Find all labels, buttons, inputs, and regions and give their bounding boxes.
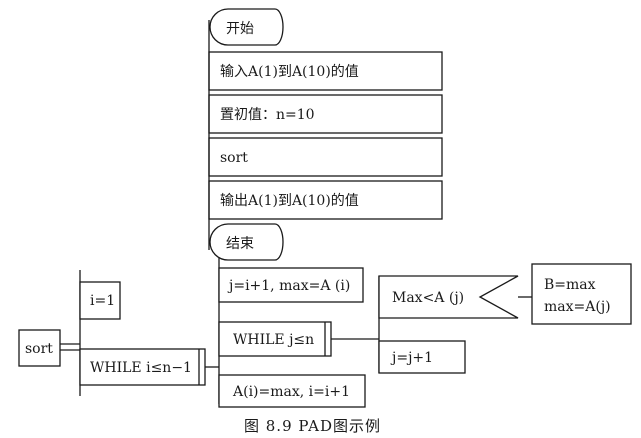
- flow-step-output-label: 输出A(1)到A(10)的值: [220, 193, 359, 209]
- pad-init-i-label: i=1: [90, 293, 115, 309]
- pad-init-j-label: j=i+1, max=A (i): [227, 278, 350, 294]
- flow-step-init-label: 置初值：n=10: [220, 106, 315, 123]
- end-label: 结束: [226, 236, 254, 252]
- figure-caption: 图 8.9 PAD图示例: [244, 417, 381, 435]
- pad-swap-label: A(i)=max, i=i+1: [232, 384, 350, 400]
- pad-condition-label: Max<A (j): [392, 290, 464, 306]
- flow-step-input-label: 输入A(1)到A(10)的值: [220, 64, 359, 80]
- pad-structure: sort i=1 WHILE i≤n−1 j=i+1, max=A (i) WH…: [18, 258, 632, 408]
- top-flow: 开始 输入A(1)到A(10)的值 置初值：n=10 sort 输出A(1)到A…: [208, 8, 443, 261]
- pad-branch-line2: max=A(j): [544, 299, 611, 315]
- flow-step-sort-label: sort: [220, 150, 248, 166]
- pad-branch-line1: B=max: [544, 277, 596, 293]
- pad-root-label: sort: [25, 341, 53, 357]
- pad-branch-box: [531, 263, 632, 325]
- pad-increment-label: j=j+1: [390, 350, 433, 366]
- pad-while-inner-label: WHILE j≤n: [233, 332, 314, 348]
- pad-while-outer-label: WHILE i≤n−1: [90, 360, 192, 376]
- start-label: 开始: [226, 21, 254, 37]
- pad-diagram: 开始 输入A(1)到A(10)的值 置初值：n=10 sort 输出A(1)到A…: [18, 8, 632, 435]
